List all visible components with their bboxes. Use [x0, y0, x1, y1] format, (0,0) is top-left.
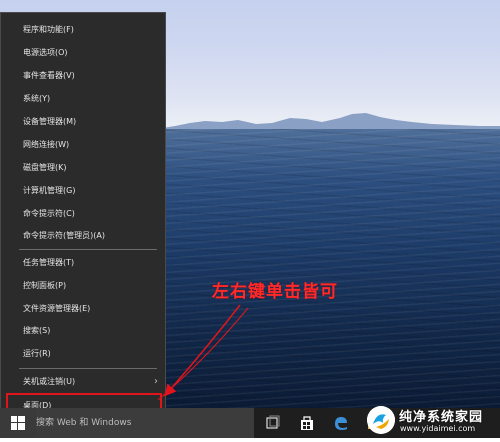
- arrow-to-desktop-item: [164, 304, 241, 397]
- store-icon[interactable]: [298, 414, 316, 432]
- edge-icon[interactable]: [332, 414, 350, 432]
- task-view-icon[interactable]: [264, 414, 282, 432]
- watermark-title: 纯净系统家园: [399, 410, 484, 425]
- watermark-logo-icon: [367, 406, 395, 434]
- start-button[interactable]: [0, 408, 36, 438]
- arrow-line-secondary: [157, 307, 249, 401]
- site-watermark: 纯净系统家园 www.yidaimei.com: [367, 403, 500, 438]
- search-box[interactable]: 搜索 Web 和 Windows: [36, 408, 254, 438]
- windows-logo-icon: [11, 416, 25, 430]
- search-placeholder: 搜索 Web 和 Windows: [36, 418, 132, 428]
- watermark-url: www.yidaimei.com: [400, 424, 476, 433]
- annotation-arrows: [157, 304, 249, 401]
